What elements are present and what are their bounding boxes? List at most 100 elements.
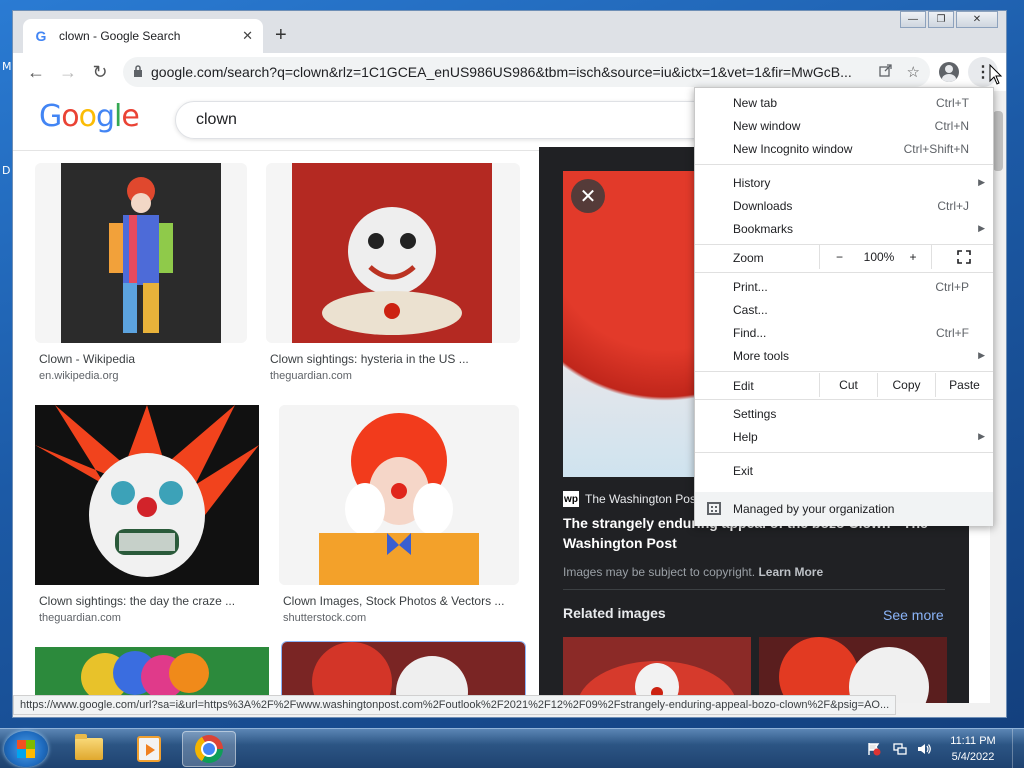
related-image[interactable] [759, 637, 947, 703]
image-result-selected[interactable] [281, 641, 526, 703]
desktop-icon-label[interactable]: D [2, 164, 10, 177]
search-input[interactable]: clown [175, 101, 735, 139]
taskbar-chrome[interactable] [182, 731, 236, 767]
result-caption[interactable]: Clown Images, Stock Photos & Vectors ... [283, 594, 504, 608]
submenu-arrow-icon: ▶ [978, 223, 985, 233]
menu-separator [695, 452, 993, 453]
zoom-level: 100% [863, 250, 895, 264]
desktop-icon-label[interactable]: M [2, 60, 12, 73]
address-bar[interactable]: google.com/search?q=clown&rlz=1C1GCEA_en… [123, 57, 930, 87]
url-text[interactable]: google.com/search?q=clown&rlz=1C1GCEA_en… [151, 64, 865, 80]
menu-label: New tab [733, 95, 778, 110]
result-thumbnail[interactable] [279, 405, 519, 585]
menu-item-new-window[interactable]: New window Ctrl+N [695, 114, 993, 137]
result-thumbnail[interactable] [35, 163, 247, 343]
taskbar-media-player[interactable] [122, 731, 176, 767]
google-logo[interactable]: Google [39, 99, 140, 134]
status-bar-url: https://www.google.com/url?sa=i&url=http… [13, 695, 897, 715]
bookmark-star-icon[interactable]: ☆ [907, 63, 920, 81]
menu-item-downloads[interactable]: Downloads Ctrl+J [695, 194, 993, 217]
menu-item-help[interactable]: Help ▶ [695, 425, 993, 448]
logo-letter: o [78, 99, 97, 134]
close-preview-button[interactable]: ✕ [571, 179, 605, 213]
back-button[interactable]: ← [21, 57, 51, 87]
clock[interactable]: 11:11 PM 5/4/2022 [940, 733, 1006, 765]
menu-item-find[interactable]: Find... Ctrl+F [695, 321, 993, 344]
menu-label: Exit [733, 463, 754, 478]
logo-letter: g [95, 99, 115, 134]
menu-label: Help [733, 429, 758, 444]
taskbar-explorer[interactable] [62, 731, 116, 767]
menu-item-history[interactable]: History ▶ [695, 171, 993, 194]
forward-button[interactable]: → [53, 57, 83, 87]
image-result[interactable]: Clown sightings: the day the craze ... t… [35, 405, 259, 631]
show-desktop-button[interactable] [1012, 729, 1024, 768]
lock-icon[interactable] [133, 64, 143, 80]
image-result[interactable]: Clown - Wikipedia en.wikipedia.org [35, 163, 247, 389]
paste-button[interactable]: Paste [935, 373, 993, 397]
preview-site-name[interactable]: The Washington Post [585, 492, 699, 506]
menu-zoom-row: Zoom − 100% + [695, 245, 993, 271]
profile-button[interactable] [934, 57, 964, 87]
flag-icon[interactable] [866, 741, 882, 757]
image-result[interactable]: Clown Images, Stock Photos & Vectors ...… [279, 405, 519, 631]
menu-shortcut: Ctrl+J [937, 198, 969, 213]
close-tab-icon[interactable]: ✕ [242, 28, 253, 44]
restore-button[interactable]: ❐ [928, 11, 954, 28]
learn-more-link[interactable]: Learn More [758, 565, 823, 579]
menu-item-settings[interactable]: Settings [695, 402, 993, 425]
copyright-text: Images may be subject to copyright. [563, 565, 756, 579]
reload-button[interactable]: ↻ [85, 57, 115, 87]
result-caption[interactable]: Clown sightings: the day the craze ... [39, 594, 235, 608]
taskbar: 11:11 PM 5/4/2022 [0, 728, 1024, 768]
logo-letter: e [121, 99, 139, 134]
menu-item-bookmarks[interactable]: Bookmarks ▶ [695, 217, 993, 240]
menu-item-more-tools[interactable]: More tools ▶ [695, 344, 993, 367]
network-icon[interactable] [892, 741, 908, 757]
clock-time: 11:11 PM [950, 735, 996, 747]
result-caption[interactable]: Clown - Wikipedia [39, 352, 135, 366]
result-thumbnail[interactable] [281, 641, 526, 703]
menu-item-exit[interactable]: Exit [695, 459, 993, 482]
see-more-link[interactable]: See more [883, 607, 944, 623]
preview-source[interactable]: wp The Washington Post [563, 491, 699, 507]
result-caption[interactable]: Clown sightings: hysteria in the US ... [270, 352, 469, 366]
chrome-icon [195, 735, 223, 763]
minimize-button[interactable]: — [900, 11, 926, 28]
submenu-arrow-icon: ▶ [978, 350, 985, 360]
new-tab-button[interactable]: + [275, 25, 287, 45]
scrollbar-thumb[interactable] [993, 111, 1003, 171]
result-thumbnail[interactable] [266, 163, 520, 343]
result-source[interactable]: en.wikipedia.org [39, 370, 119, 382]
menu-separator [695, 371, 993, 372]
menu-label: Edit [733, 378, 754, 393]
cut-button[interactable]: Cut [819, 373, 877, 397]
tab-title: clown - Google Search [59, 29, 181, 43]
related-images-heading: Related images [563, 605, 666, 621]
share-icon[interactable] [878, 63, 893, 81]
browser-tab[interactable]: G clown - Google Search ✕ [23, 19, 263, 53]
close-window-button[interactable]: ✕ [956, 11, 998, 28]
toolbar: ← → ↻ google.com/search?q=clown&rlz=1C1G… [13, 53, 1006, 91]
menu-separator [695, 399, 993, 400]
zoom-in-button[interactable]: + [899, 245, 927, 269]
result-thumbnail[interactable] [35, 405, 259, 585]
copy-button[interactable]: Copy [877, 373, 935, 397]
menu-label: Settings [733, 406, 777, 421]
related-image[interactable] [563, 637, 751, 703]
zoom-out-button[interactable]: − [819, 245, 859, 269]
window-controls: — ❐ ✕ [900, 11, 998, 28]
menu-item-new-tab[interactable]: New tab Ctrl+T [695, 91, 993, 114]
menu-item-cast[interactable]: Cast... [695, 298, 993, 321]
result-source[interactable]: theguardian.com [270, 370, 352, 382]
menu-item-new-incognito[interactable]: New Incognito window Ctrl+Shift+N [695, 137, 993, 160]
result-source[interactable]: shutterstock.com [283, 612, 366, 624]
volume-icon[interactable] [916, 741, 932, 757]
menu-item-print[interactable]: Print... Ctrl+P [695, 275, 993, 298]
image-result[interactable]: Clown sightings: hysteria in the US ... … [266, 163, 520, 389]
menu-item-managed[interactable]: Managed by your organization [695, 492, 993, 526]
result-source[interactable]: theguardian.com [39, 612, 121, 624]
fullscreen-button[interactable] [931, 245, 995, 269]
menu-edit-row: Edit Cut Copy Paste [695, 373, 993, 399]
start-button[interactable] [4, 731, 48, 767]
